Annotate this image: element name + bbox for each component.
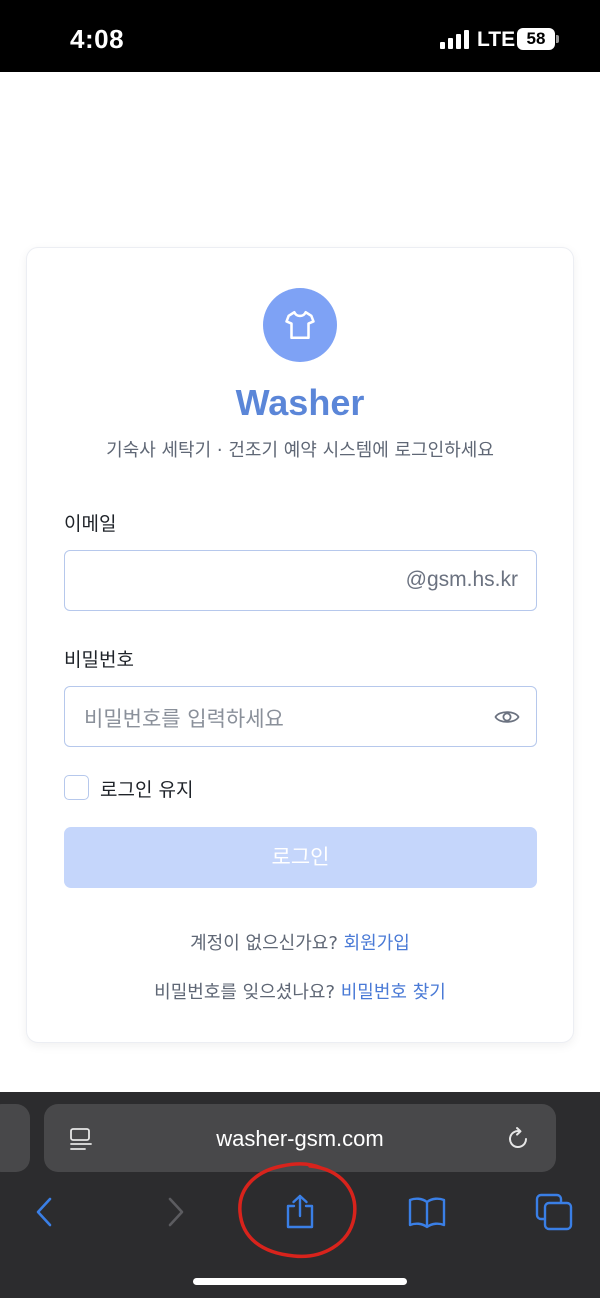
forward-icon[interactable] <box>155 1192 195 1232</box>
remember-label[interactable]: 로그인 유지 <box>100 775 193 802</box>
app-subtitle: 기숙사 세탁기 · 건조기 예약 시스템에 로그인하세요 <box>106 440 494 461</box>
login-card: Washer 기숙사 세탁기 · 건조기 예약 시스템에 로그인하세요 이메일 … <box>26 247 574 1043</box>
home-indicator <box>193 1278 407 1285</box>
forgot-password-link[interactable]: 비밀번호 찾기 <box>341 982 446 1003</box>
email-field[interactable]: @gsm.hs.kr <box>64 550 537 611</box>
reload-icon[interactable] <box>504 1125 532 1153</box>
email-label: 이메일 <box>64 513 117 535</box>
battery-icon: 58 <box>517 28 555 50</box>
signal-icon <box>440 29 470 49</box>
back-icon[interactable] <box>25 1192 65 1232</box>
remember-checkbox[interactable] <box>64 775 89 800</box>
email-domain-suffix: @gsm.hs.kr <box>405 568 518 591</box>
previous-tab-stub[interactable] <box>0 1104 30 1172</box>
shirt-icon <box>285 310 315 340</box>
eye-icon[interactable] <box>494 707 520 727</box>
password-field[interactable]: 비밀번호를 입력하세요 <box>64 686 537 747</box>
network-label: LTE <box>477 28 516 51</box>
logo <box>263 288 337 362</box>
status-time: 4:08 <box>70 24 125 54</box>
login-button[interactable]: 로그인 <box>64 827 537 888</box>
annotation-circle <box>238 1162 357 1259</box>
signup-link[interactable]: 회원가입 <box>344 933 410 954</box>
url-text[interactable]: washer-gsm.com <box>44 1126 556 1152</box>
forgot-prompt: 비밀번호를 잊으셨나요? <box>154 982 336 1003</box>
bookmarks-icon[interactable] <box>407 1192 447 1232</box>
app-title: Washer <box>235 382 365 423</box>
forgot-line: 비밀번호를 잊으셨나요? 비밀번호 찾기 <box>27 978 573 1004</box>
battery-tip <box>556 35 559 43</box>
password-placeholder: 비밀번호를 입력하세요 <box>84 707 284 731</box>
tabs-icon[interactable] <box>534 1192 574 1232</box>
signup-line: 계정이 없으신가요? 회원가입 <box>27 929 573 955</box>
signup-prompt: 계정이 없으신가요? <box>190 933 338 954</box>
status-bar: 4:08 LTE 58 <box>0 0 600 72</box>
password-label: 비밀번호 <box>64 649 134 671</box>
